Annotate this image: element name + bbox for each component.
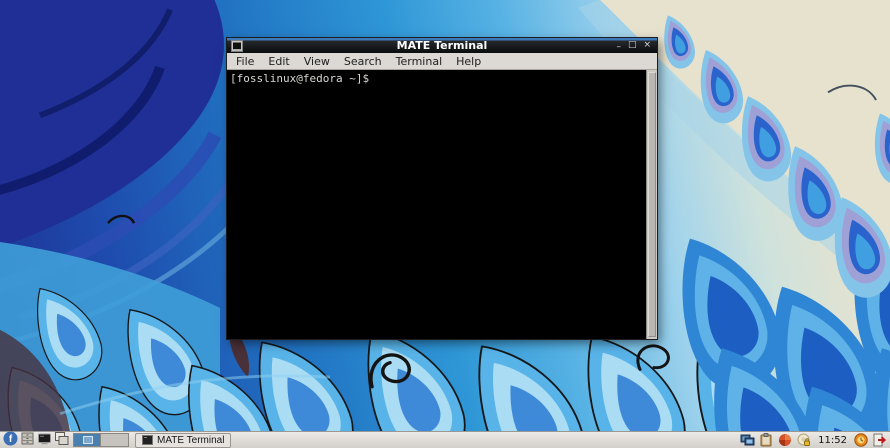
clipboard-icon[interactable] xyxy=(758,433,774,448)
workspace-2[interactable] xyxy=(101,434,128,446)
terminal-task-icon xyxy=(142,433,153,448)
window-controls: – □ × xyxy=(616,39,657,52)
workspace-1[interactable] xyxy=(74,434,101,446)
logout-icon[interactable] xyxy=(872,433,888,448)
workspace-window-thumb xyxy=(83,436,93,444)
fedora-menu-button[interactable]: f xyxy=(2,433,19,448)
menu-view[interactable]: View xyxy=(297,53,337,70)
shell-prompt: [fosslinux@fedora ~]$ xyxy=(227,70,657,87)
bottom-panel: f xyxy=(0,431,890,448)
terminal-screen[interactable]: [fosslinux@fedora ~]$ xyxy=(227,70,657,339)
system-tray: 11:52 xyxy=(739,433,888,448)
network-monitors-icon[interactable] xyxy=(739,433,755,448)
menu-help[interactable]: Help xyxy=(449,53,488,70)
maximize-button[interactable]: □ xyxy=(628,39,637,52)
window-title: MATE Terminal xyxy=(227,38,657,53)
titlebar[interactable]: MATE Terminal – □ × xyxy=(227,38,657,53)
terminal-window: MATE Terminal – □ × File Edit View Searc… xyxy=(227,38,657,339)
menu-search[interactable]: Search xyxy=(337,53,389,70)
package-updater-icon[interactable] xyxy=(777,433,793,448)
fedora-menu-icon: f xyxy=(3,431,18,448)
terminal-launcher-icon xyxy=(37,431,52,448)
clock[interactable]: 11:52 xyxy=(818,435,847,446)
menu-edit[interactable]: Edit xyxy=(261,53,296,70)
screen: MATE Terminal – □ × File Edit View Searc… xyxy=(0,0,890,448)
menu-file[interactable]: File xyxy=(229,53,261,70)
terminal-menubar: File Edit View Search Terminal Help xyxy=(227,53,657,70)
workspace-switcher xyxy=(73,433,129,447)
notification-clock-icon[interactable] xyxy=(853,433,869,448)
show-desktop-icon xyxy=(54,431,69,448)
terminal-launcher[interactable] xyxy=(36,433,53,448)
terminal-scrollbar[interactable] xyxy=(646,70,657,339)
task-button-label: MATE Terminal xyxy=(157,435,224,446)
scrollbar-thumb[interactable] xyxy=(648,72,656,337)
terminal-window-icon xyxy=(231,40,243,52)
minimize-button[interactable]: – xyxy=(616,41,621,54)
close-button[interactable]: × xyxy=(643,39,651,52)
task-button-mate-terminal[interactable]: MATE Terminal xyxy=(135,433,231,448)
menu-terminal[interactable]: Terminal xyxy=(389,53,450,70)
keyring-icon[interactable] xyxy=(796,433,812,448)
show-desktop-button[interactable] xyxy=(53,433,70,448)
file-manager-icon xyxy=(20,431,35,448)
file-manager-launcher[interactable] xyxy=(19,433,36,448)
